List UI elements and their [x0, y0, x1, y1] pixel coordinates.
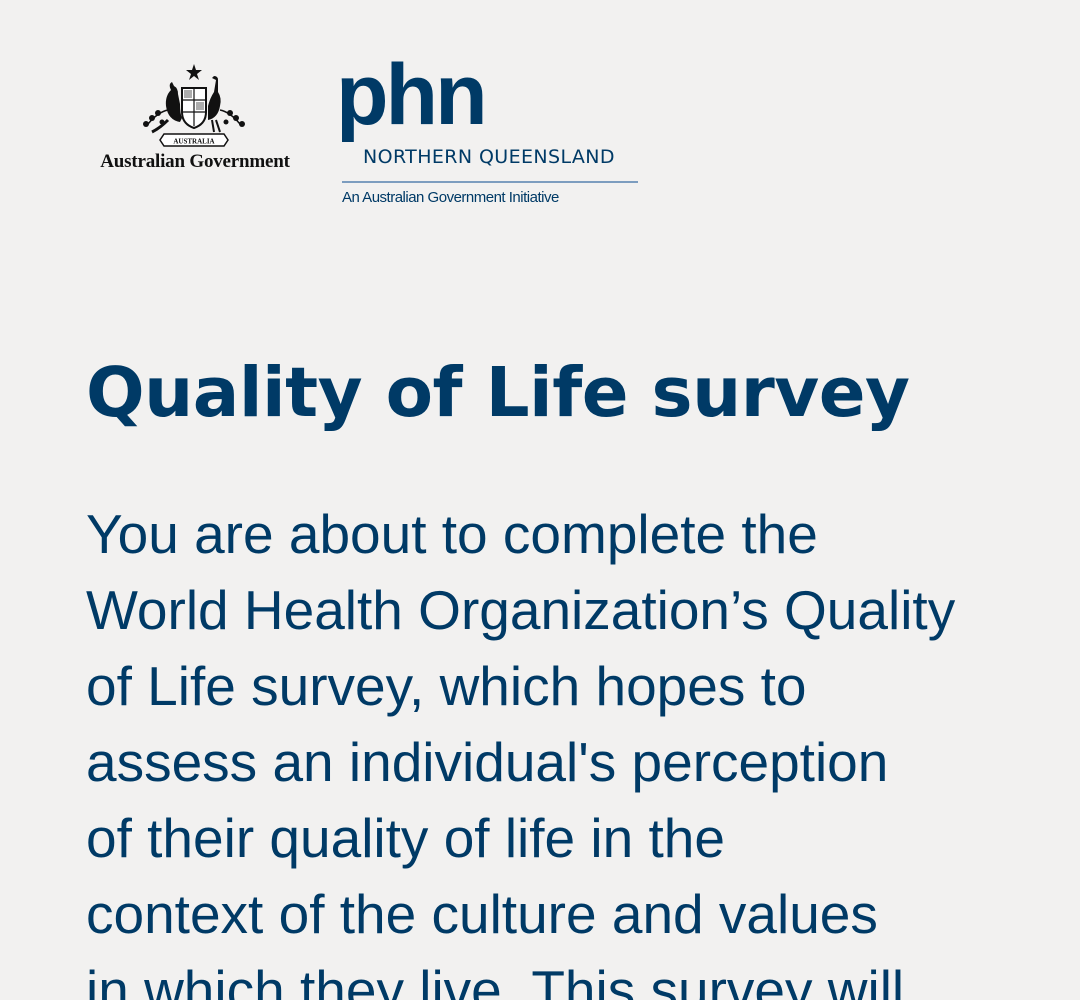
page-title: Quality of Life survey: [86, 353, 910, 433]
intro-line: assess an individual's perception: [86, 731, 889, 793]
survey-intro-page: AUSTRALIA Australian Government phn NORT…: [0, 0, 1080, 1000]
phn-divider: [342, 181, 638, 183]
intro-line: of Life survey, which hopes to: [86, 655, 807, 717]
svg-text:AUSTRALIA: AUSTRALIA: [173, 138, 214, 146]
phn-logo: phn NORTHERN QUEENSLAND An Australian Go…: [336, 52, 646, 214]
intro-line: World Health Organization’s Quality: [86, 579, 956, 641]
intro-line: in which they live. This survey will: [86, 959, 905, 1000]
intro-line: You are about to complete the: [86, 503, 818, 565]
coat-of-arms-icon: AUSTRALIA: [143, 64, 245, 147]
australian-government-logo: AUSTRALIA Australian Government: [88, 62, 302, 177]
australian-government-label: Australian Government: [100, 151, 290, 172]
intro-line: context of the culture and values: [86, 883, 878, 945]
phn-initiative-label: An Australian Government Initiative: [342, 189, 559, 206]
phn-region-label: NORTHERN QUEENSLAND: [363, 146, 615, 168]
logo-header: AUSTRALIA Australian Government phn NORT…: [0, 0, 1080, 230]
survey-intro-text: You are about to complete the World Heal…: [86, 496, 1016, 1000]
intro-line: of their quality of life in the: [86, 807, 725, 869]
phn-wordmark: phn: [336, 47, 488, 143]
